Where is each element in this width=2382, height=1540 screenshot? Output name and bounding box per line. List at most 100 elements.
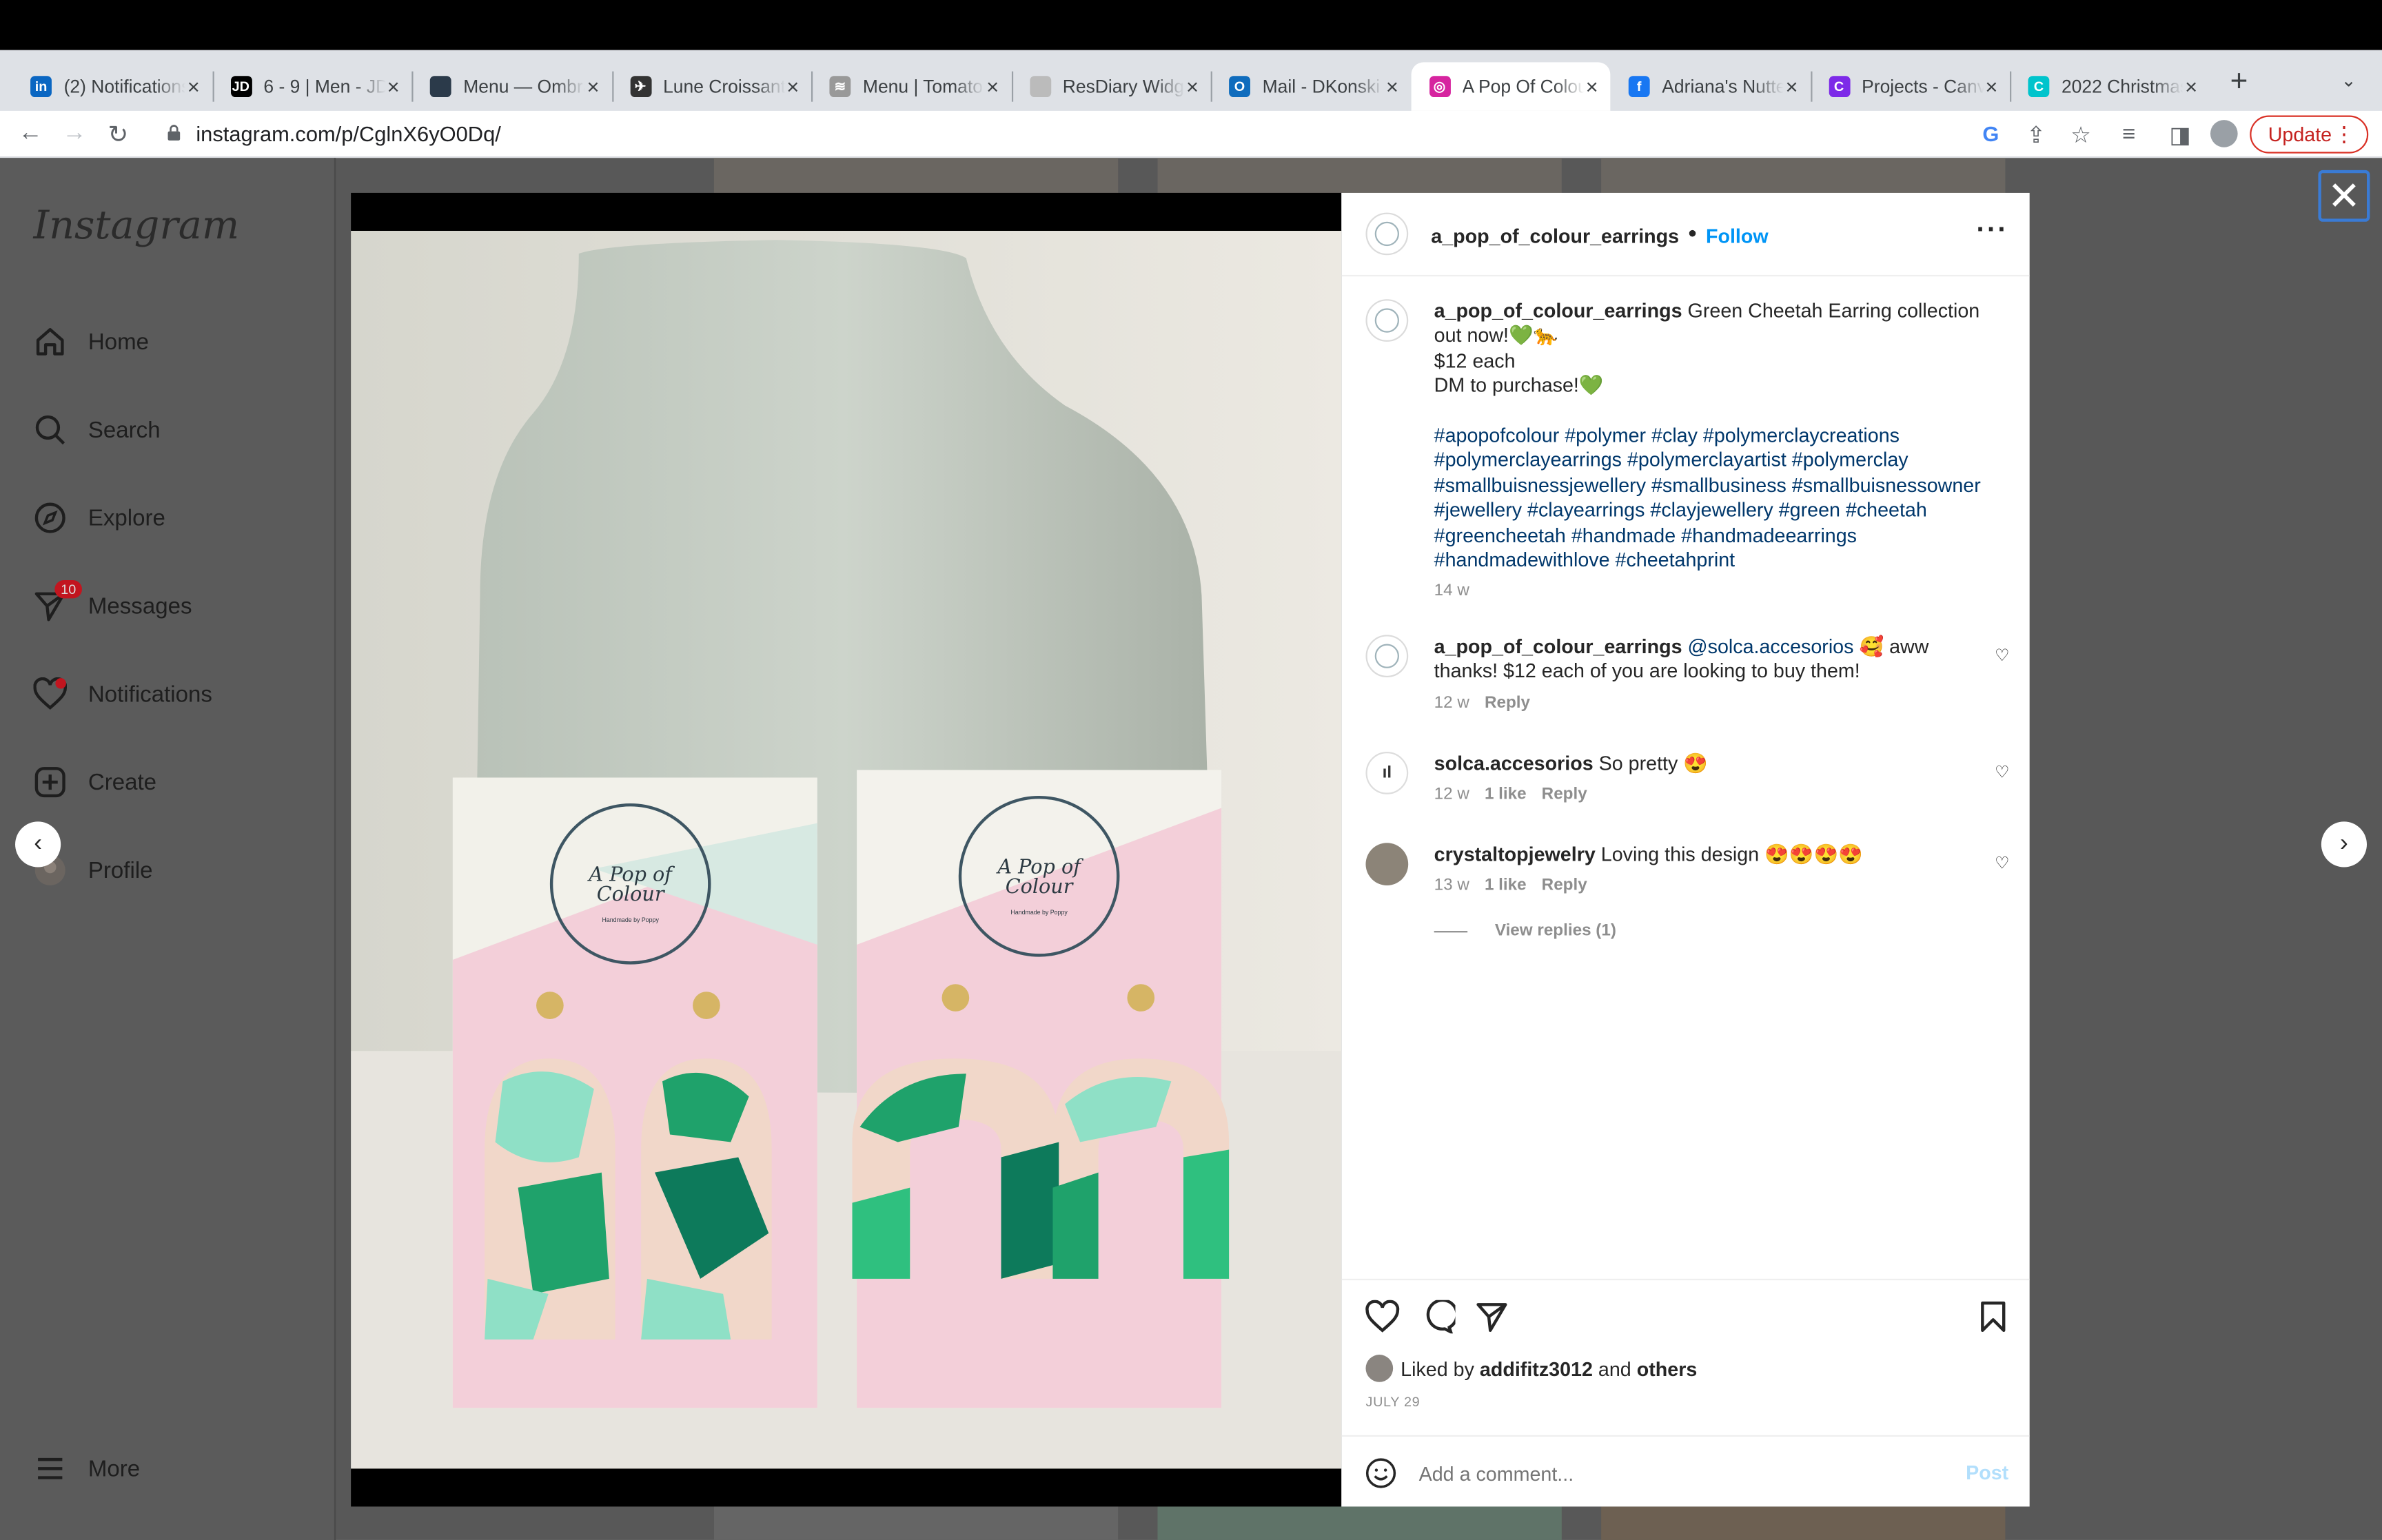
hashtag-line[interactable]: #handmadewithlove #cheetahprint — [1434, 548, 2012, 573]
hashtag-line[interactable]: #polymerclayearrings #polymerclayartist … — [1434, 449, 2012, 473]
tab[interactable]: ≋ Menu | Tomato × — [811, 62, 1011, 111]
post-details-panel: a_pop_of_colour_earrings • Follow ··· a_… — [1341, 192, 2030, 1507]
tab[interactable]: ◎ A Pop Of Colour × — [1410, 62, 1611, 111]
previous-post-button[interactable]: ‹ — [15, 821, 61, 867]
home-icon — [36, 328, 64, 356]
avatar[interactable] — [1365, 1355, 1394, 1382]
close-tab-icon[interactable]: × — [986, 74, 999, 99]
comment-icon[interactable] — [1419, 1300, 1456, 1334]
tab-search-icon[interactable]: ⌄ — [2341, 70, 2356, 91]
side-panel-icon[interactable]: ◨ — [2169, 121, 2190, 149]
sidebar-item-more[interactable]: More — [33, 1446, 140, 1491]
comment-likes[interactable]: 1 like — [1485, 877, 1527, 895]
reply-button[interactable]: Reply — [1542, 877, 1587, 895]
back-icon[interactable]: ← — [18, 120, 42, 147]
like-comment-icon[interactable]: ♡ — [1995, 762, 2010, 782]
comment-input[interactable] — [1418, 1456, 1920, 1490]
comment-username[interactable]: a_pop_of_colour_earrings — [1434, 635, 1682, 657]
tab[interactable]: f Adriana's Nutter × — [1610, 62, 1810, 111]
more-options-icon[interactable]: ··· — [1977, 214, 2008, 246]
sidebar-item-label: Create — [88, 769, 157, 795]
comment-time[interactable]: 12 w — [1434, 786, 1469, 803]
comment-time[interactable]: 13 w — [1434, 877, 1469, 895]
next-post-button[interactable]: › — [2321, 821, 2367, 867]
bookmark-star-icon[interactable]: ☆ — [2070, 121, 2091, 149]
share-icon[interactable] — [1475, 1300, 1508, 1333]
menu-icon — [38, 1457, 63, 1479]
post-comment-button[interactable]: Post — [1966, 1461, 2008, 1483]
reply-button[interactable]: Reply — [1542, 786, 1587, 803]
tab[interactable]: ✈ Lune Croissanterie× — [611, 62, 811, 111]
like-comment-icon[interactable]: ♡ — [1995, 854, 2010, 873]
url-text[interactable]: instagram.com/p/CglnX6yO0Dq/ — [196, 121, 501, 145]
hashtag-line[interactable]: #greencheetah #handmade #handmadeearring… — [1434, 524, 2012, 548]
close-tab-icon[interactable]: × — [786, 74, 799, 99]
save-icon[interactable] — [1979, 1300, 2007, 1333]
avatar[interactable]: ıl — [1365, 752, 1409, 794]
update-button[interactable]: Update ⋮ — [2250, 115, 2369, 154]
comment-likes[interactable]: 1 like — [1485, 786, 1527, 803]
share-icon[interactable]: ⇪ — [2026, 121, 2046, 149]
tab[interactable]: C 2022 Christmas × — [2010, 62, 2210, 111]
like-comment-icon[interactable]: ♡ — [1995, 646, 2010, 665]
emoji-icon[interactable] — [1365, 1458, 1396, 1488]
sidebar-item-messages[interactable]: 10 Messages — [33, 579, 192, 628]
close-tab-icon[interactable]: × — [2185, 74, 2197, 99]
avatar[interactable] — [1365, 299, 1409, 342]
avatar[interactable] — [1365, 843, 1409, 885]
comment-text: So pretty 😍 — [1598, 752, 1708, 775]
view-replies-label: View replies (1) — [1494, 922, 1616, 941]
close-tab-icon[interactable]: × — [387, 74, 400, 99]
tab[interactable]: ResDiary Widget× — [1011, 62, 1211, 111]
tab-title: Menu | Tomato — [862, 76, 983, 98]
instagram-logo[interactable]: Instagram — [33, 203, 239, 249]
like-icon[interactable] — [1364, 1300, 1401, 1333]
google-icon[interactable]: G — [1982, 121, 1999, 145]
hashtag-line[interactable]: #apopofcolour #polymer #clay #polymercla… — [1434, 424, 2012, 449]
tab[interactable]: C Projects - Canva × — [1810, 62, 2010, 111]
forward-icon[interactable]: → — [62, 120, 86, 147]
close-tab-icon[interactable]: × — [587, 74, 599, 99]
sidebar-item-home[interactable]: Home — [33, 319, 149, 365]
reload-icon[interactable]: ↻ — [108, 120, 128, 150]
close-tab-icon[interactable]: × — [1586, 74, 1598, 99]
sidebar-item-search[interactable]: Search — [33, 407, 161, 453]
comment-username[interactable]: crystaltopjewelry — [1434, 843, 1596, 865]
caption-username[interactable]: a_pop_of_colour_earrings — [1434, 299, 1682, 322]
close-tab-icon[interactable]: × — [1786, 74, 1798, 99]
view-replies-button[interactable]: View replies (1) — [1434, 923, 1997, 941]
new-tab-button[interactable]: + — [2230, 65, 2248, 101]
hashtag-line[interactable]: #smallbuisnessjewellery #smallbusiness #… — [1434, 473, 2012, 498]
caption-time[interactable]: 14 w — [1434, 582, 2012, 600]
tab[interactable]: in (2) Notifications | LinkedIn× — [12, 62, 212, 111]
comment-text: Loving this design 😍😍😍😍 — [1600, 843, 1863, 866]
tab[interactable]: Menu — Ombra × — [411, 62, 611, 111]
post-date[interactable]: JULY 29 — [1365, 1394, 1420, 1409]
sidebar-item-create[interactable]: Create — [33, 759, 156, 805]
tab[interactable]: O Mail - DKonski × — [1211, 62, 1411, 111]
comment-username[interactable]: solca.accesorios — [1434, 752, 1594, 774]
sidebar-item-notifications[interactable]: Notifications — [33, 671, 212, 717]
tab-title: Projects - Canva — [1862, 76, 1984, 98]
liked-by-user[interactable]: addifitz3012 — [1480, 1357, 1593, 1379]
profile-avatar-icon[interactable] — [2210, 120, 2238, 147]
close-tab-icon[interactable]: × — [1386, 74, 1398, 99]
post-author[interactable]: a_pop_of_colour_earrings — [1431, 224, 1679, 247]
close-icon[interactable]: ✕ — [2318, 170, 2370, 222]
follow-button[interactable]: Follow — [1706, 224, 1769, 247]
hashtag-line[interactable]: #jewellery #clayearrings #clayjewellery … — [1434, 498, 2012, 523]
reply-button[interactable]: Reply — [1485, 694, 1530, 712]
tab[interactable]: JD 6 - 9 | Men - JD Sports× — [212, 62, 411, 111]
close-tab-icon[interactable]: × — [1985, 74, 1997, 99]
avatar[interactable] — [1365, 635, 1409, 678]
sidebar-item-explore[interactable]: Explore — [33, 495, 165, 541]
liked-by-others[interactable]: others — [1637, 1357, 1698, 1379]
close-tab-icon[interactable]: × — [187, 74, 200, 99]
sidebar-item-label: Home — [88, 329, 150, 355]
avatar[interactable] — [1365, 212, 1409, 256]
media-control-icon[interactable]: ≡ — [2122, 121, 2135, 147]
comment-mention[interactable]: @solca.accesorios — [1688, 635, 1854, 657]
post-photo[interactable] — [351, 231, 1342, 1469]
close-tab-icon[interactable]: × — [1186, 74, 1199, 99]
comment-time[interactable]: 12 w — [1434, 694, 1469, 712]
